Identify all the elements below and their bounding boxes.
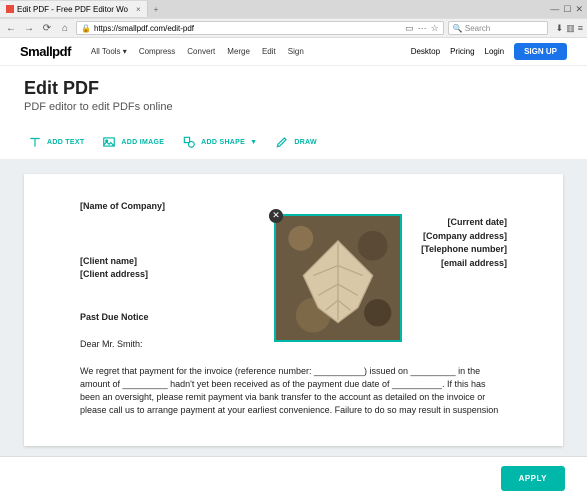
doc-body: We regret that payment for the invoice (… [80,365,507,417]
add-text-label: ADD TEXT [47,139,84,146]
doc-company: [Name of Company] [80,200,507,213]
url-input[interactable]: 🔒 https://smallpdf.com/edit-pdf ▭ ⋯ ☆ [76,21,444,35]
inserted-image[interactable]: ✕ [274,214,402,342]
url-bar: ← → ⟳ ⌂ 🔒 https://smallpdf.com/edit-pdf … [0,18,587,38]
home-icon[interactable]: ⌂ [58,23,72,34]
nav-merge[interactable]: Merge [227,47,250,56]
add-shape-label: ADD SHAPE [201,139,245,146]
search-placeholder: Search [465,24,490,33]
pdf-document[interactable]: [Name of Company] [Current date] [Compan… [24,174,563,446]
nav-desktop[interactable]: Desktop [411,47,440,56]
nav-compress[interactable]: Compress [139,47,175,56]
bottom-bar: APPLY [0,456,587,500]
maximize-icon[interactable]: ☐ [563,4,571,15]
nav-all-tools[interactable]: All Tools ▾ [91,47,127,56]
signup-button[interactable]: SIGN UP [514,43,567,60]
download-icon[interactable]: ⬇ [556,23,564,34]
doc-email: [email address] [421,257,507,271]
nav-convert[interactable]: Convert [187,47,215,56]
minimize-icon[interactable]: — [550,4,559,15]
draw-button[interactable]: DRAW [275,135,317,149]
new-tab-button[interactable]: + [148,5,165,14]
browser-chrome: Edit PDF - Free PDF Editor Wo × + — ☐ ✕ … [0,0,587,38]
nav-sign[interactable]: Sign [288,47,304,56]
doc-phone: [Telephone number] [421,243,507,257]
login-button[interactable]: Login [485,47,505,56]
editor-toolbar: ADD TEXT ADD IMAGE ADD SHAPE ▼ DRAW [0,125,587,160]
search-icon: 🔍 [453,24,463,33]
library-icon[interactable]: ▥ [566,23,575,34]
browser-tab[interactable]: Edit PDF - Free PDF Editor Wo × [0,1,148,17]
image-icon [102,135,116,149]
page-title-area: Edit PDF PDF editor to edit PDFs online [0,66,587,125]
nav-pricing[interactable]: Pricing [450,47,474,56]
canvas-area: [Name of Company] [Current date] [Compan… [0,160,587,460]
doc-company-info: [Current date] [Company address] [Teleph… [421,216,507,270]
pencil-icon [275,135,289,149]
add-shape-button[interactable]: ADD SHAPE ▼ [182,135,257,149]
page-subtitle: PDF editor to edit PDFs online [24,101,563,113]
doc-address: [Company address] [421,230,507,244]
page-title: Edit PDF [24,78,563,99]
lock-icon: 🔒 [81,24,91,33]
text-icon [28,135,42,149]
reader-icon[interactable]: ▭ [405,23,414,34]
menu-icon[interactable]: ≡ [578,23,583,34]
add-text-button[interactable]: ADD TEXT [28,135,84,149]
leaf-image-content [276,216,400,340]
tab-favicon [6,5,14,13]
chevron-down-icon: ▾ [123,47,127,56]
search-input[interactable]: 🔍 Search [448,21,548,35]
shape-icon [182,135,196,149]
url-text: https://smallpdf.com/edit-pdf [94,24,194,33]
chevron-down-icon: ▼ [250,139,257,146]
forward-icon[interactable]: → [22,23,36,34]
add-image-button[interactable]: ADD IMAGE [102,135,164,149]
remove-image-icon[interactable]: ✕ [269,209,283,223]
nav-links: All Tools ▾ Compress Convert Merge Edit … [91,47,304,56]
more-icon[interactable]: ⋯ [418,23,427,34]
tab-title: Edit PDF - Free PDF Editor Wo [17,5,128,14]
add-image-label: ADD IMAGE [121,139,164,146]
tab-bar: Edit PDF - Free PDF Editor Wo × + — ☐ ✕ [0,0,587,18]
nav-edit[interactable]: Edit [262,47,276,56]
apply-button[interactable]: APPLY [501,466,565,491]
draw-label: DRAW [294,139,317,146]
doc-date: [Current date] [421,216,507,230]
back-icon[interactable]: ← [4,23,18,34]
window-controls: — ☐ ✕ [550,4,587,15]
logo[interactable]: Smallpdf [20,44,71,59]
close-window-icon[interactable]: ✕ [575,4,583,15]
bookmark-icon[interactable]: ☆ [431,23,439,34]
app-header: Smallpdf All Tools ▾ Compress Convert Me… [0,38,587,66]
reload-icon[interactable]: ⟳ [40,23,54,34]
tab-close-icon[interactable]: × [136,5,141,14]
